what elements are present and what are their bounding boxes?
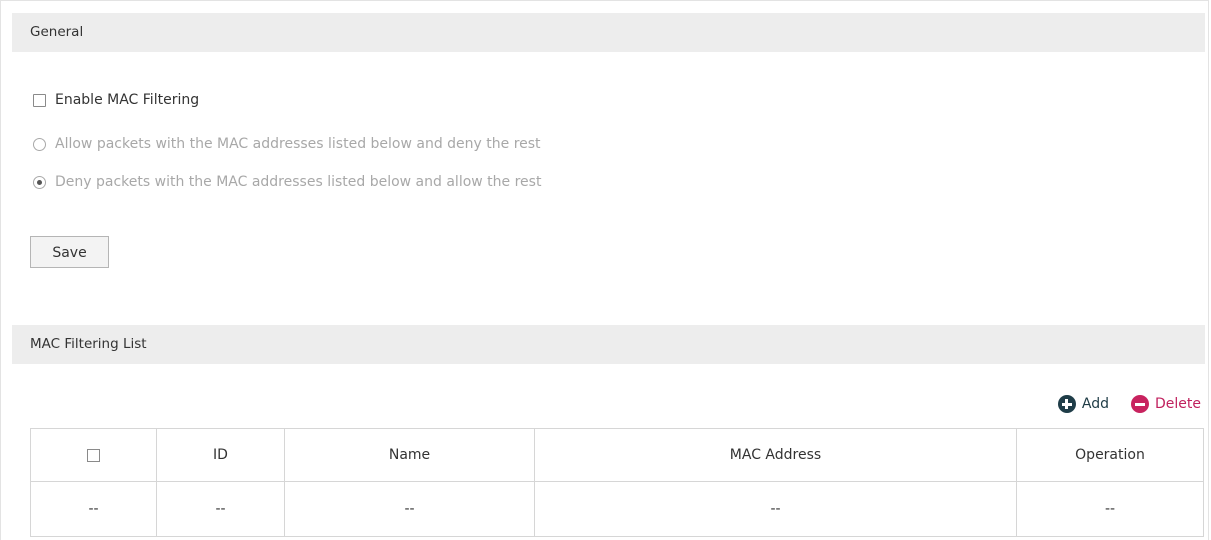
save-button[interactable]: Save <box>30 236 109 268</box>
add-label: Add <box>1081 396 1109 412</box>
row-operation-cell: -- <box>1016 481 1204 537</box>
allow-option-label[interactable]: Allow packets with the MAC addresses lis… <box>55 136 541 152</box>
row-name-cell: -- <box>284 481 535 537</box>
enable-mac-filtering-label[interactable]: Enable MAC Filtering <box>55 92 199 108</box>
select-all-checkbox[interactable] <box>87 448 100 462</box>
plus-circle-icon <box>1057 395 1076 413</box>
delete-button[interactable]: Delete <box>1131 395 1201 413</box>
delete-label: Delete <box>1155 396 1201 412</box>
column-header-name: Name <box>284 428 535 482</box>
table-header-row: ID Name MAC Address Operation <box>30 428 1204 482</box>
row-mac-cell: -- <box>534 481 1017 537</box>
general-section-header: General <box>12 13 1205 52</box>
mac-filtering-list-title: MAC Filtering List <box>30 336 147 352</box>
allow-option-row[interactable]: Allow packets with the MAC addresses lis… <box>33 134 541 154</box>
enable-mac-filtering-checkbox[interactable] <box>33 93 46 107</box>
deny-option-row[interactable]: Deny packets with the MAC addresses list… <box>33 172 541 192</box>
row-id-cell: -- <box>156 481 285 537</box>
table-row: -- -- -- -- -- <box>30 481 1204 537</box>
mac-filtering-table: ID Name MAC Address Operation -- -- -- -… <box>30 428 1204 537</box>
general-section-title: General <box>30 24 84 40</box>
row-select-cell: -- <box>30 481 157 537</box>
deny-option-radio[interactable] <box>33 175 46 189</box>
minus-circle-icon <box>1131 395 1149 413</box>
column-header-id: ID <box>156 428 285 482</box>
column-header-mac-address: MAC Address <box>534 428 1017 482</box>
deny-option-label[interactable]: Deny packets with the MAC addresses list… <box>55 174 541 190</box>
column-header-operation: Operation <box>1016 428 1204 482</box>
enable-mac-filtering-row[interactable]: Enable MAC Filtering <box>33 90 199 110</box>
mac-filtering-list-header: MAC Filtering List <box>12 325 1205 364</box>
allow-option-radio[interactable] <box>33 137 46 151</box>
select-all-cell[interactable] <box>30 428 157 482</box>
list-toolbar: Add Delete <box>1036 394 1201 414</box>
add-button[interactable]: Add <box>1057 395 1109 413</box>
